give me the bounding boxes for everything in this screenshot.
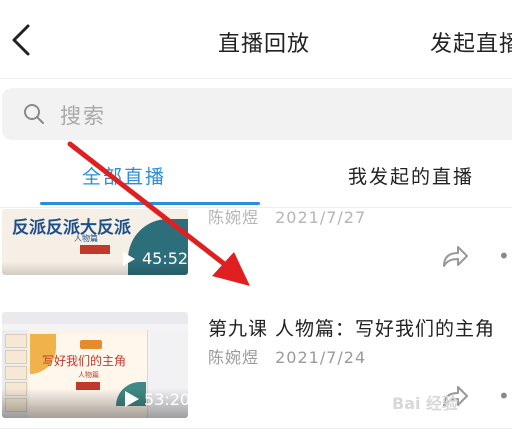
author-name: 陈婉煜 [208,208,260,227]
back-button[interactable] [8,22,36,58]
tab-live-replay[interactable]: 直播回放 [218,26,310,58]
thumbnail-badge [80,245,110,254]
slide-badge [80,340,102,349]
back-arrow-icon [12,24,30,56]
tab-start-live[interactable]: 发起直播 [430,26,512,58]
play-icon [123,252,135,266]
divider [0,78,512,79]
video-duration: 53:20 [144,390,188,409]
divider [0,428,512,429]
thumbnail-subtitle: 人物篇 [78,371,99,379]
live-date: 2021/7/24 [275,348,367,367]
tab-my-live[interactable]: 我发起的直播 [348,162,474,189]
tab-all-live[interactable]: 全部直播 [82,162,166,189]
thumbnail-title: 写好我们的主角 [42,354,127,368]
item-meta: 陈婉煜 2021/7/27 [208,204,366,228]
live-date: 2021/7/27 [275,208,367,227]
video-duration: 45:52 [142,249,188,268]
slide-thumb [5,350,27,364]
search-icon [24,104,44,124]
thumbnail-subtitle: 人物篇 [74,234,98,243]
watermark: Bai 经验 [392,394,459,413]
author-name: 陈婉煜 [208,348,260,367]
more-icon[interactable]: • [498,384,510,408]
video-thumbnail[interactable]: 反派反派大反派 人物篇 45:52 [2,209,188,275]
video-title[interactable]: 第九课 人物篇：写好我们的主角 [208,314,495,341]
slide-thumb [5,334,27,348]
slide-thumb [5,366,27,380]
play-icon [125,391,139,407]
search-placeholder: 搜索 [60,104,106,128]
share-icon[interactable] [440,244,470,270]
video-thumbnail[interactable]: 写好我们的主角 人物篇 53:20 [2,312,188,418]
item-meta: 陈婉煜 2021/7/24 [208,344,366,368]
more-icon[interactable]: • [498,244,510,268]
thumbnail-title: 反派反派大反派 [12,218,131,238]
search-input[interactable]: 搜索 [2,88,512,140]
top-bar: 直播回放 发起直播 [0,0,512,78]
